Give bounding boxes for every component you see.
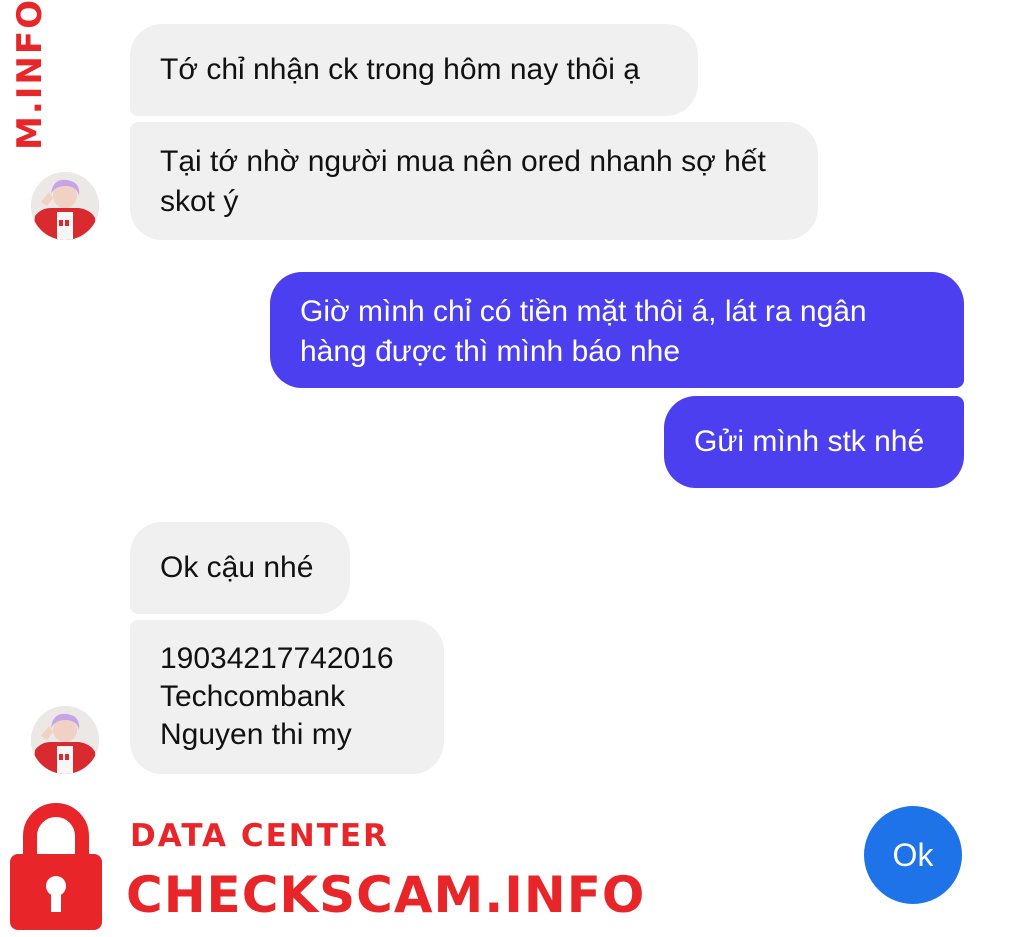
incoming-message-bubble: 19034217742016 Techcombank Nguyen thi my [130, 620, 444, 774]
contact-avatar[interactable] [31, 706, 99, 774]
outgoing-message-bubble: Giờ mình chỉ có tiền mặt thôi á, lát ra … [270, 272, 964, 388]
watermark-brand-subtitle: DATA CENTER [130, 818, 389, 854]
watermark-vertical-text: M.INFO [10, 0, 46, 160]
incoming-message-bubble: Tớ chỉ nhận ck trong hôm nay thôi ạ [130, 24, 698, 116]
incoming-message-bubble: Ok cậu nhé [130, 522, 350, 614]
contact-avatar[interactable] [31, 172, 99, 240]
outgoing-message-bubble: Gửi mình stk nhé [664, 396, 964, 488]
padlock-icon [8, 800, 104, 937]
watermark-vertical-label: M.INFO [10, 0, 46, 150]
watermark-brand-title: CHECKSCAM.INFO [126, 866, 646, 924]
incoming-message-bubble: Tại tớ nhờ người mua nên ored nhanh sợ h… [130, 122, 818, 240]
quick-reply-ok-button[interactable]: Ok [864, 806, 962, 904]
